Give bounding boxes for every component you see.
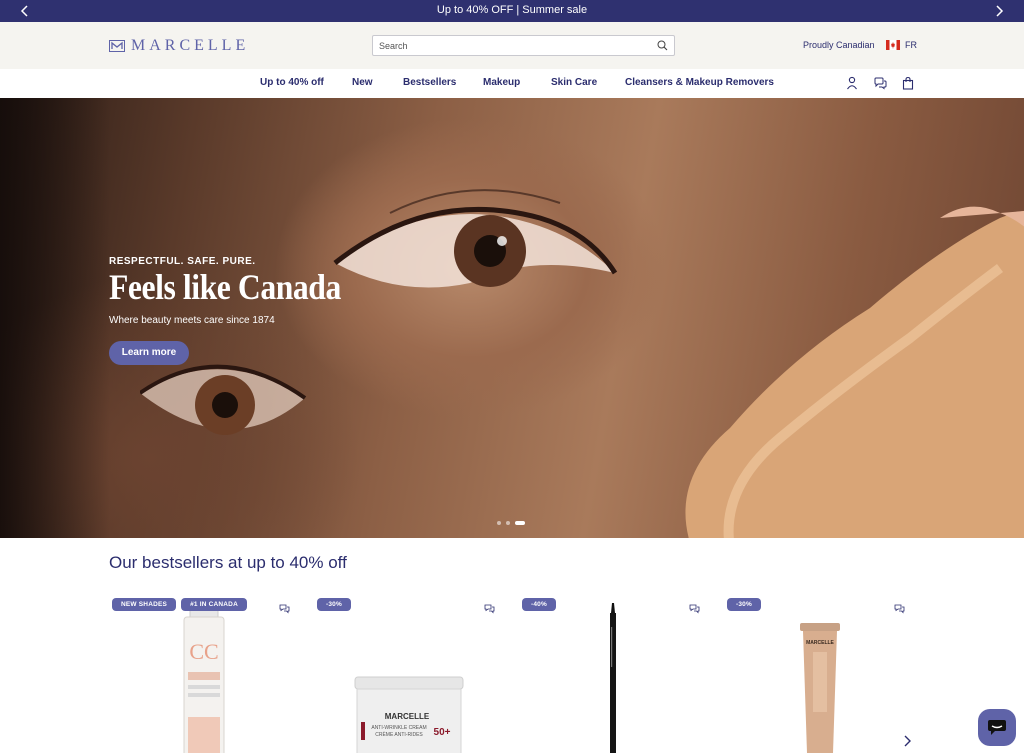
nav-item-cleansers[interactable]: Cleansers & Makeup Removers	[625, 77, 774, 88]
nav-item-skin-care[interactable]: Skin Care	[551, 77, 597, 88]
compare-icon[interactable]	[873, 76, 887, 90]
badge-number-one: #1 IN CANADA	[181, 598, 247, 611]
hero-subtitle: Where beauty meets care since 1874	[109, 315, 275, 326]
compare-icon[interactable]	[279, 603, 290, 614]
promo-bar: Up to 40% OFF | Summer sale	[0, 0, 1024, 22]
product-badges: NEW SHADES #1 IN CANADA	[112, 598, 247, 611]
bestsellers-heading: Our bestsellers at up to 40% off	[109, 553, 347, 572]
nav-item-bestsellers[interactable]: Bestsellers	[403, 77, 456, 88]
canada-flag-icon	[886, 40, 900, 50]
product-badges: -30%	[727, 598, 761, 611]
compare-icon[interactable]	[689, 603, 700, 614]
search-icon[interactable]	[657, 40, 668, 51]
hero-second-eye-image	[140, 364, 307, 435]
carousel-dot[interactable]	[506, 521, 510, 525]
site-header: MARCELLE Proudly Canadian FR	[0, 22, 1024, 69]
nav-item-sale[interactable]: Up to 40% off	[260, 77, 324, 88]
badge-new-shades: NEW SHADES	[112, 598, 177, 611]
hero-eye-image	[333, 189, 618, 288]
concealer-tube-image[interactable]: MARCELLE	[723, 597, 913, 753]
hero-eyebrow: RESPECTFUL. SAFE. PURE.	[109, 256, 256, 267]
compare-icon[interactable]	[894, 603, 905, 614]
promo-message[interactable]: Up to 40% OFF | Summer sale	[0, 4, 1024, 16]
search-input[interactable]	[379, 38, 649, 53]
badge-discount: -30%	[727, 598, 761, 611]
hero-banner: RESPECTFUL. SAFE. PURE. Feels like Canad…	[0, 98, 1024, 538]
account-icon[interactable]	[845, 76, 859, 90]
eyeliner-pencil-image[interactable]	[518, 597, 708, 753]
cc-cream-bottle-image[interactable]: CC	[108, 597, 298, 753]
search-box[interactable]	[372, 35, 675, 56]
promo-next-arrow-icon[interactable]	[992, 3, 1006, 19]
product-card[interactable]: MARCELLE -30%	[723, 597, 913, 753]
svg-text:MARCELLE: MARCELLE	[385, 712, 430, 721]
chat-button[interactable]	[978, 709, 1016, 746]
logo-mark-icon	[109, 40, 125, 52]
product-card[interactable]: CC NEW SHADES #1 IN CANADA	[108, 597, 298, 753]
compare-icon[interactable]	[484, 603, 495, 614]
cart-bag-icon[interactable]	[901, 76, 915, 90]
carousel-dots	[497, 521, 525, 525]
product-badges: -30%	[317, 598, 351, 611]
hero-foundation-swatch-image	[685, 206, 1024, 538]
svg-text:50+: 50+	[434, 727, 451, 738]
language-toggle[interactable]: FR	[905, 40, 917, 50]
proudly-canadian-link[interactable]: Proudly Canadian	[803, 40, 875, 50]
learn-more-button[interactable]: Learn more	[109, 341, 189, 365]
nav-item-new[interactable]: New	[352, 77, 373, 88]
anti-wrinkle-cream-jar-image[interactable]: MARCELLE ANTI-WRINKLE CREAM CRÈME ANTI-R…	[313, 597, 503, 753]
badge-discount: -30%	[317, 598, 351, 611]
svg-text:CRÈME ANTI-RIDES: CRÈME ANTI-RIDES	[375, 731, 423, 738]
hero-title: Feels like Canada	[109, 267, 341, 307]
carousel-next-arrow-icon[interactable]	[902, 734, 912, 748]
brand-logo[interactable]: MARCELLE	[109, 37, 250, 54]
product-card[interactable]: MARCELLE ANTI-WRINKLE CREAM CRÈME ANTI-R…	[313, 597, 503, 753]
nav-item-makeup[interactable]: Makeup	[483, 77, 520, 88]
carousel-dot[interactable]	[497, 521, 501, 525]
svg-text:CC: CC	[189, 639, 218, 664]
svg-text:ANTI-WRINKLE CREAM: ANTI-WRINKLE CREAM	[371, 725, 426, 731]
badge-discount: -40%	[522, 598, 556, 611]
chat-icon	[988, 720, 1006, 735]
main-nav: Up to 40% off New Bestsellers Makeup Ski…	[0, 69, 1024, 98]
product-card[interactable]: -40%	[518, 597, 708, 753]
carousel-dot-active[interactable]	[515, 521, 525, 525]
product-badges: -40%	[522, 598, 556, 611]
logo-text: MARCELLE	[131, 37, 250, 54]
hero-hair-shadow	[0, 98, 110, 538]
svg-text:MARCELLE: MARCELLE	[806, 640, 834, 646]
